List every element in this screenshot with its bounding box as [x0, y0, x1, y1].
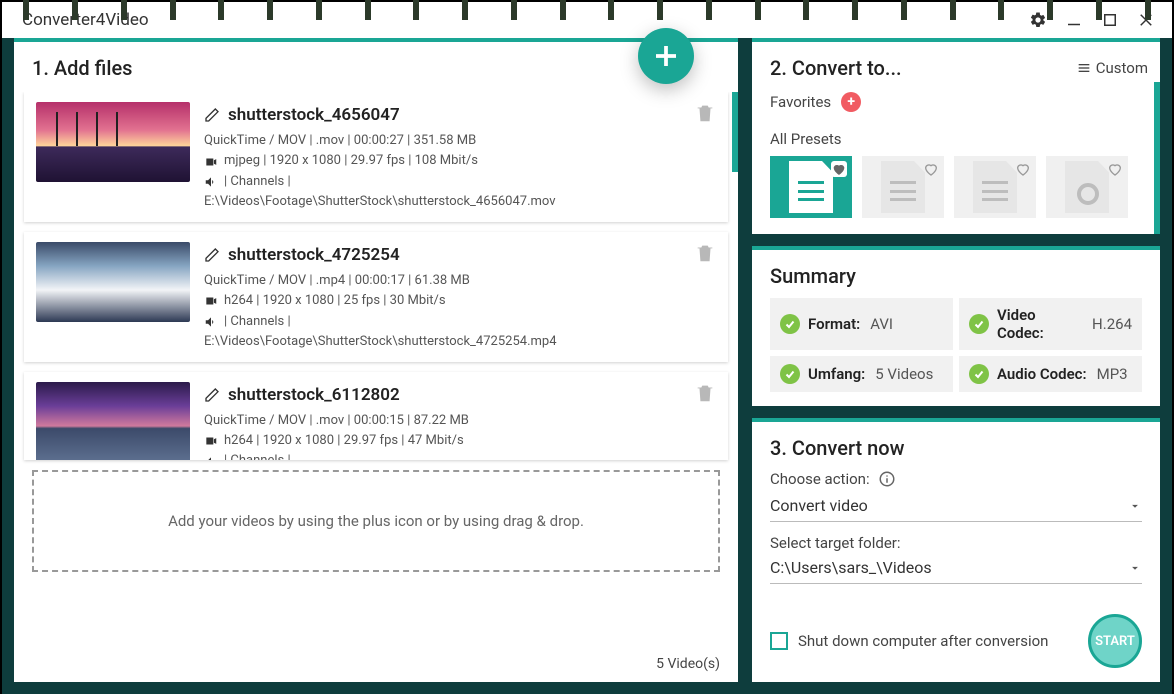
file-card[interactable]: shutterstock_4725254 QuickTime / MOV | .… [24, 232, 728, 362]
heart-icon [831, 161, 847, 177]
file-path: E:\Videos\Footage\ShutterStock\shutterst… [204, 192, 716, 212]
file-name: shutterstock_6112802 [228, 382, 400, 408]
app-window: Converter4Video 1. Add files [2, 2, 1172, 682]
delete-file-button[interactable] [694, 102, 716, 128]
shutdown-checkbox[interactable]: Shut down computer after conversion [770, 632, 1048, 650]
dropzone-text: Add your videos by using the plus icon o… [168, 512, 584, 530]
add-files-heading: 1. Add files [14, 42, 738, 92]
add-favorite-button[interactable]: + [841, 92, 861, 112]
file-video-meta: h264 | 1920 x 1080 | 25 fps | 30 Mbit/s [224, 291, 446, 311]
heart-icon [1107, 161, 1123, 177]
trash-icon [694, 382, 716, 404]
plus-icon [651, 41, 681, 71]
convert-to-panel: 2. Convert to... Custom Favorites + All … [752, 38, 1160, 234]
folder-select[interactable]: C:\Users\sars_\Videos [770, 554, 1142, 584]
favorite-toggle[interactable] [831, 161, 847, 177]
delete-file-button[interactable] [694, 382, 716, 408]
video-thumbnail [36, 242, 190, 322]
all-presets-label: All Presets [770, 130, 1148, 148]
file-info: shutterstock_4725254 QuickTime / MOV | .… [204, 242, 716, 352]
summary-video-codec: Video Codec:H.264 [959, 298, 1142, 350]
checkmark-icon [969, 364, 989, 384]
preset-item[interactable] [770, 156, 852, 218]
favorite-toggle[interactable] [923, 161, 939, 177]
convert-to-heading: 2. Convert to... [770, 56, 902, 80]
video-icon [204, 155, 218, 169]
video-icon [204, 434, 218, 448]
add-files-panel: 1. Add files shutterstock_4656047 QuickT… [14, 38, 738, 682]
summary-heading: Summary [770, 264, 1142, 288]
choose-action-label: Choose action: [770, 470, 870, 488]
video-thumbnail [36, 102, 190, 182]
pencil-icon[interactable] [204, 387, 220, 403]
menu-icon [1076, 60, 1092, 76]
preset-item[interactable] [862, 156, 944, 218]
file-meta-container: QuickTime / MOV | .mov | 00:00:15 | 87.2… [204, 411, 716, 431]
file-info: shutterstock_4656047 QuickTime / MOV | .… [204, 102, 716, 212]
right-column: 2. Convert to... Custom Favorites + All … [752, 38, 1160, 682]
checkmark-icon [780, 364, 800, 384]
file-audio-meta: | Channels | [224, 312, 291, 332]
file-name: shutterstock_4725254 [228, 242, 400, 268]
file-meta-container: QuickTime / MOV | .mp4 | 00:00:17 | 61.3… [204, 271, 716, 291]
file-name: shutterstock_4656047 [228, 102, 400, 128]
favorite-toggle[interactable] [1015, 161, 1031, 177]
audio-icon [204, 455, 218, 460]
trash-icon [694, 102, 716, 124]
info-icon[interactable] [878, 470, 896, 488]
video-thumbnail [36, 382, 190, 460]
chevron-down-icon [1128, 561, 1142, 575]
checkmark-icon [780, 314, 800, 334]
convert-now-panel: 3. Convert now Choose action: Convert vi… [752, 418, 1160, 682]
summary-audio-codec: Audio Codec:MP3 [959, 356, 1142, 392]
pencil-icon[interactable] [204, 107, 220, 123]
file-video-meta: h264 | 1920 x 1080 | 29.97 fps | 47 Mbit… [224, 431, 464, 451]
trash-icon [694, 242, 716, 264]
select-folder-label: Select target folder: [770, 534, 1142, 552]
dropzone[interactable]: Add your videos by using the plus icon o… [32, 470, 720, 572]
pencil-icon[interactable] [204, 247, 220, 263]
watermark: © THESOFTWARE.SHOP [20, 647, 280, 672]
preset-item[interactable] [1046, 156, 1128, 218]
preset-row [770, 156, 1148, 220]
audio-icon [204, 315, 218, 329]
file-meta-container: QuickTime / MOV | .mov | 00:00:27 | 351.… [204, 131, 716, 151]
checkbox-icon [770, 632, 788, 650]
start-button[interactable]: START [1088, 614, 1142, 668]
delete-file-button[interactable] [694, 242, 716, 268]
summary-umfang: Umfang:5 Videos [770, 356, 953, 392]
chevron-down-icon [1128, 499, 1142, 513]
audio-icon [204, 175, 218, 189]
add-file-button[interactable] [638, 28, 694, 84]
file-card[interactable]: shutterstock_4656047 QuickTime / MOV | .… [24, 92, 728, 222]
scrollbar[interactable] [1154, 82, 1160, 234]
file-video-meta: mjpeg | 1920 x 1080 | 29.97 fps | 108 Mb… [224, 151, 478, 171]
favorites-row[interactable]: Favorites + [770, 92, 1148, 112]
file-audio-meta: | Channels | [224, 451, 291, 459]
summary-panel: Summary Format:AVI Video Codec:H.264 Umf… [752, 246, 1160, 406]
preset-item[interactable] [954, 156, 1036, 218]
action-select[interactable]: Convert video [770, 492, 1142, 522]
heart-icon [923, 161, 939, 177]
file-audio-meta: | Channels | [224, 172, 291, 192]
favorites-label: Favorites [770, 93, 831, 111]
video-icon [204, 294, 218, 308]
convert-now-heading: 3. Convert now [770, 436, 1142, 460]
custom-preset-button[interactable]: Custom [1076, 59, 1148, 77]
favorite-toggle[interactable] [1107, 161, 1123, 177]
heart-icon [1015, 161, 1031, 177]
file-card[interactable]: shutterstock_6112802 QuickTime / MOV | .… [24, 372, 728, 460]
file-info: shutterstock_6112802 QuickTime / MOV | .… [204, 382, 716, 460]
file-path: E:\Videos\Footage\ShutterStock\shutterst… [204, 332, 716, 352]
summary-format: Format:AVI [770, 298, 953, 350]
file-list: shutterstock_4656047 QuickTime / MOV | .… [14, 92, 738, 646]
checkmark-icon [969, 314, 989, 334]
main-content: 1. Add files shutterstock_4656047 QuickT… [2, 38, 1172, 694]
